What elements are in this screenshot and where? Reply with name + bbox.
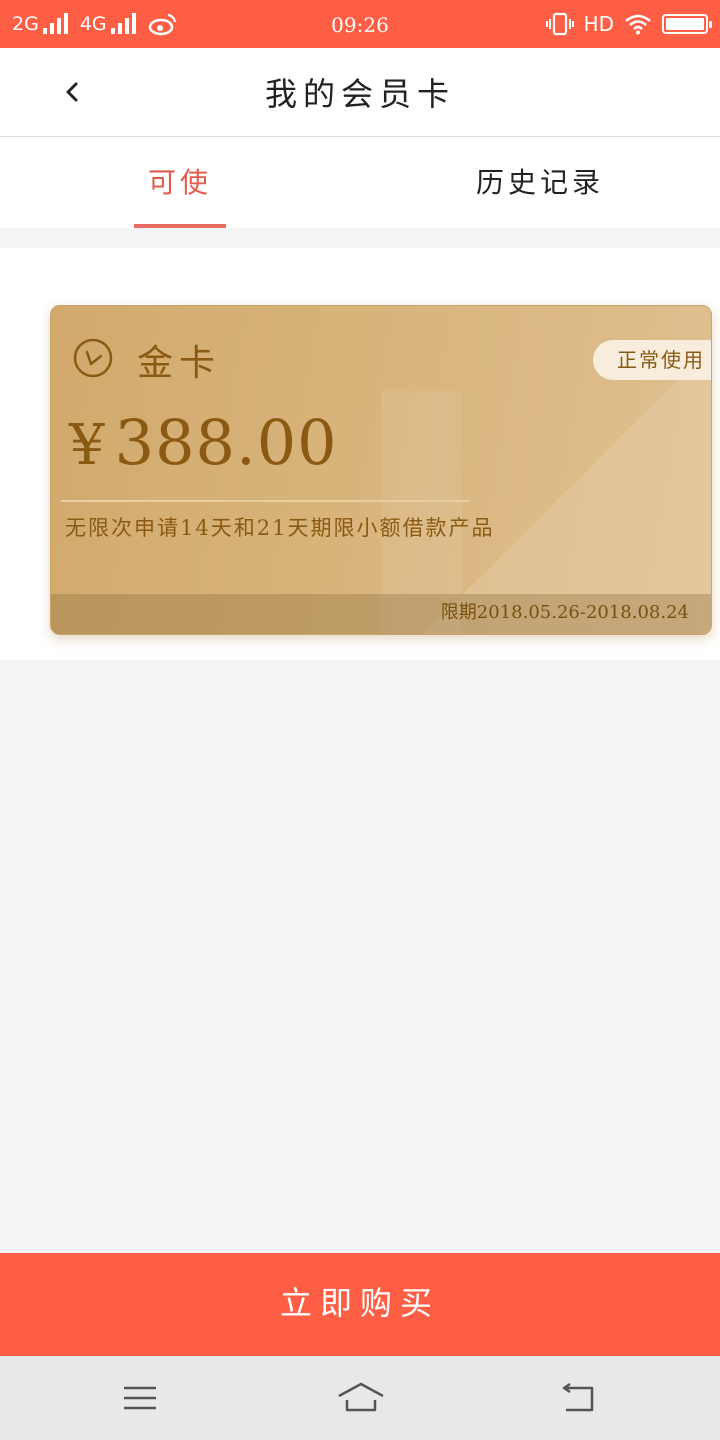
membership-card[interactable]: 金卡 正常使用 ¥ 388.00 无限次申请14天和21天期限小额借款产品 限期… bbox=[50, 305, 712, 635]
card-list: 金卡 正常使用 ¥ 388.00 无限次申请14天和21天期限小额借款产品 限期… bbox=[0, 248, 720, 660]
back-nav-icon[interactable] bbox=[556, 1376, 600, 1420]
tab-available[interactable]: 可使用 bbox=[134, 137, 226, 291]
tab-history[interactable]: 历史记录 bbox=[470, 137, 610, 228]
menu-icon[interactable] bbox=[118, 1376, 162, 1420]
hd-label: HD bbox=[583, 12, 614, 36]
card-name: 金卡 bbox=[137, 343, 222, 384]
card-price-row: ¥ 388.00 bbox=[69, 406, 338, 479]
card-footer: 限期2018.05.26-2018.08.24 bbox=[51, 594, 711, 634]
wifi-icon bbox=[625, 14, 651, 35]
card-price: 388.00 bbox=[114, 406, 338, 479]
clock-icon bbox=[73, 338, 113, 378]
battery-icon bbox=[662, 14, 712, 34]
home-icon[interactable] bbox=[336, 1376, 386, 1420]
status-bar: 2G 4G 09:26 HD bbox=[0, 0, 720, 48]
page-title: 我的会员卡 bbox=[264, 75, 455, 113]
card-description: 无限次申请14天和21天期限小额借款产品 bbox=[65, 516, 495, 540]
currency-symbol: ¥ bbox=[69, 413, 105, 478]
nav-bar: 我的会员卡 bbox=[0, 48, 720, 137]
card-divider bbox=[61, 500, 469, 502]
card-validity: 限期2018.05.26-2018.08.24 bbox=[440, 602, 689, 623]
buy-now-button[interactable]: 立即购买 bbox=[0, 1253, 720, 1356]
tab-bar: 可使用 历史记录 bbox=[0, 137, 720, 291]
vibrate-icon bbox=[545, 12, 574, 36]
status-badge: 正常使用 bbox=[593, 340, 711, 380]
status-right: HD bbox=[545, 0, 712, 48]
system-nav-bar bbox=[0, 1356, 720, 1440]
